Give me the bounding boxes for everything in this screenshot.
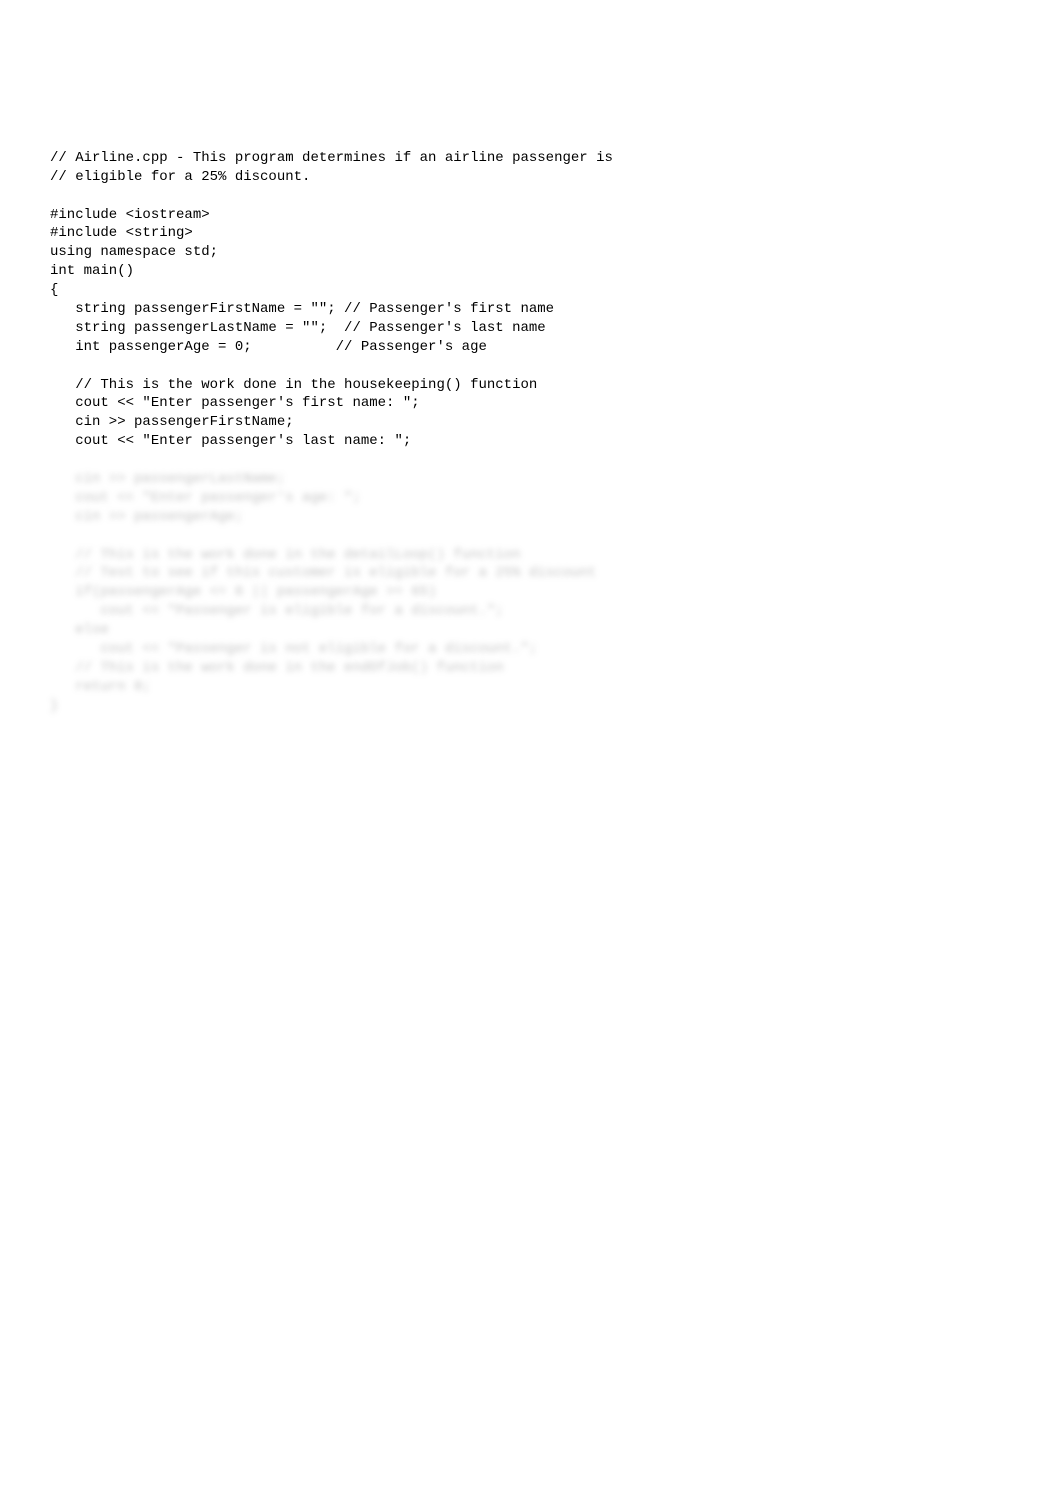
code-line: string passengerLastName = ""; // Passen… [50, 319, 1012, 338]
code-line-blurred: // This is the work done in the endOfJob… [50, 659, 1012, 678]
code-line-blurred [50, 527, 1012, 546]
code-line-blurred: else [50, 621, 1012, 640]
code-line-blurred: cout << "Passenger is eligible for a dis… [50, 602, 1012, 621]
code-line: { [50, 281, 1012, 300]
code-line: #include <iostream> [50, 206, 1012, 225]
code-line: using namespace std; [50, 243, 1012, 262]
code-line-blurred: cin >> passengerLastName; [50, 470, 1012, 489]
code-line: string passengerFirstName = ""; // Passe… [50, 300, 1012, 319]
code-line: cout << "Enter passenger's last name: "; [50, 432, 1012, 451]
code-line-blurred: return 0; [50, 678, 1012, 697]
code-line-blurred: if(passengerAge <= 6 || passengerAge >= … [50, 583, 1012, 602]
code-line: int main() [50, 262, 1012, 281]
code-line-blurred: cout << "Passenger is not eligible for a… [50, 640, 1012, 659]
code-line [50, 357, 1012, 376]
code-line-blurred: cout << "Enter passenger's age: "; [50, 489, 1012, 508]
code-line: // This is the work done in the housekee… [50, 376, 1012, 395]
code-line [50, 187, 1012, 206]
code-block-blurred: cin >> passengerLastName; cout << "Enter… [50, 470, 1012, 716]
code-line-blurred: } [50, 697, 1012, 716]
document-page: // Airline.cpp - This program determines… [0, 0, 1062, 785]
code-line: // Airline.cpp - This program determines… [50, 149, 1012, 168]
code-line: int passengerAge = 0; // Passenger's age [50, 338, 1012, 357]
code-block-visible: // Airline.cpp - This program determines… [50, 149, 1012, 451]
code-line-blurred: // Test to see if this customer is eligi… [50, 564, 1012, 583]
code-line: cout << "Enter passenger's first name: "… [50, 394, 1012, 413]
code-line-blurred: // This is the work done in the detailLo… [50, 546, 1012, 565]
code-line-blurred: cin >> passengerAge; [50, 508, 1012, 527]
code-line: cin >> passengerFirstName; [50, 413, 1012, 432]
code-line: #include <string> [50, 224, 1012, 243]
code-line: // eligible for a 25% discount. [50, 168, 1012, 187]
